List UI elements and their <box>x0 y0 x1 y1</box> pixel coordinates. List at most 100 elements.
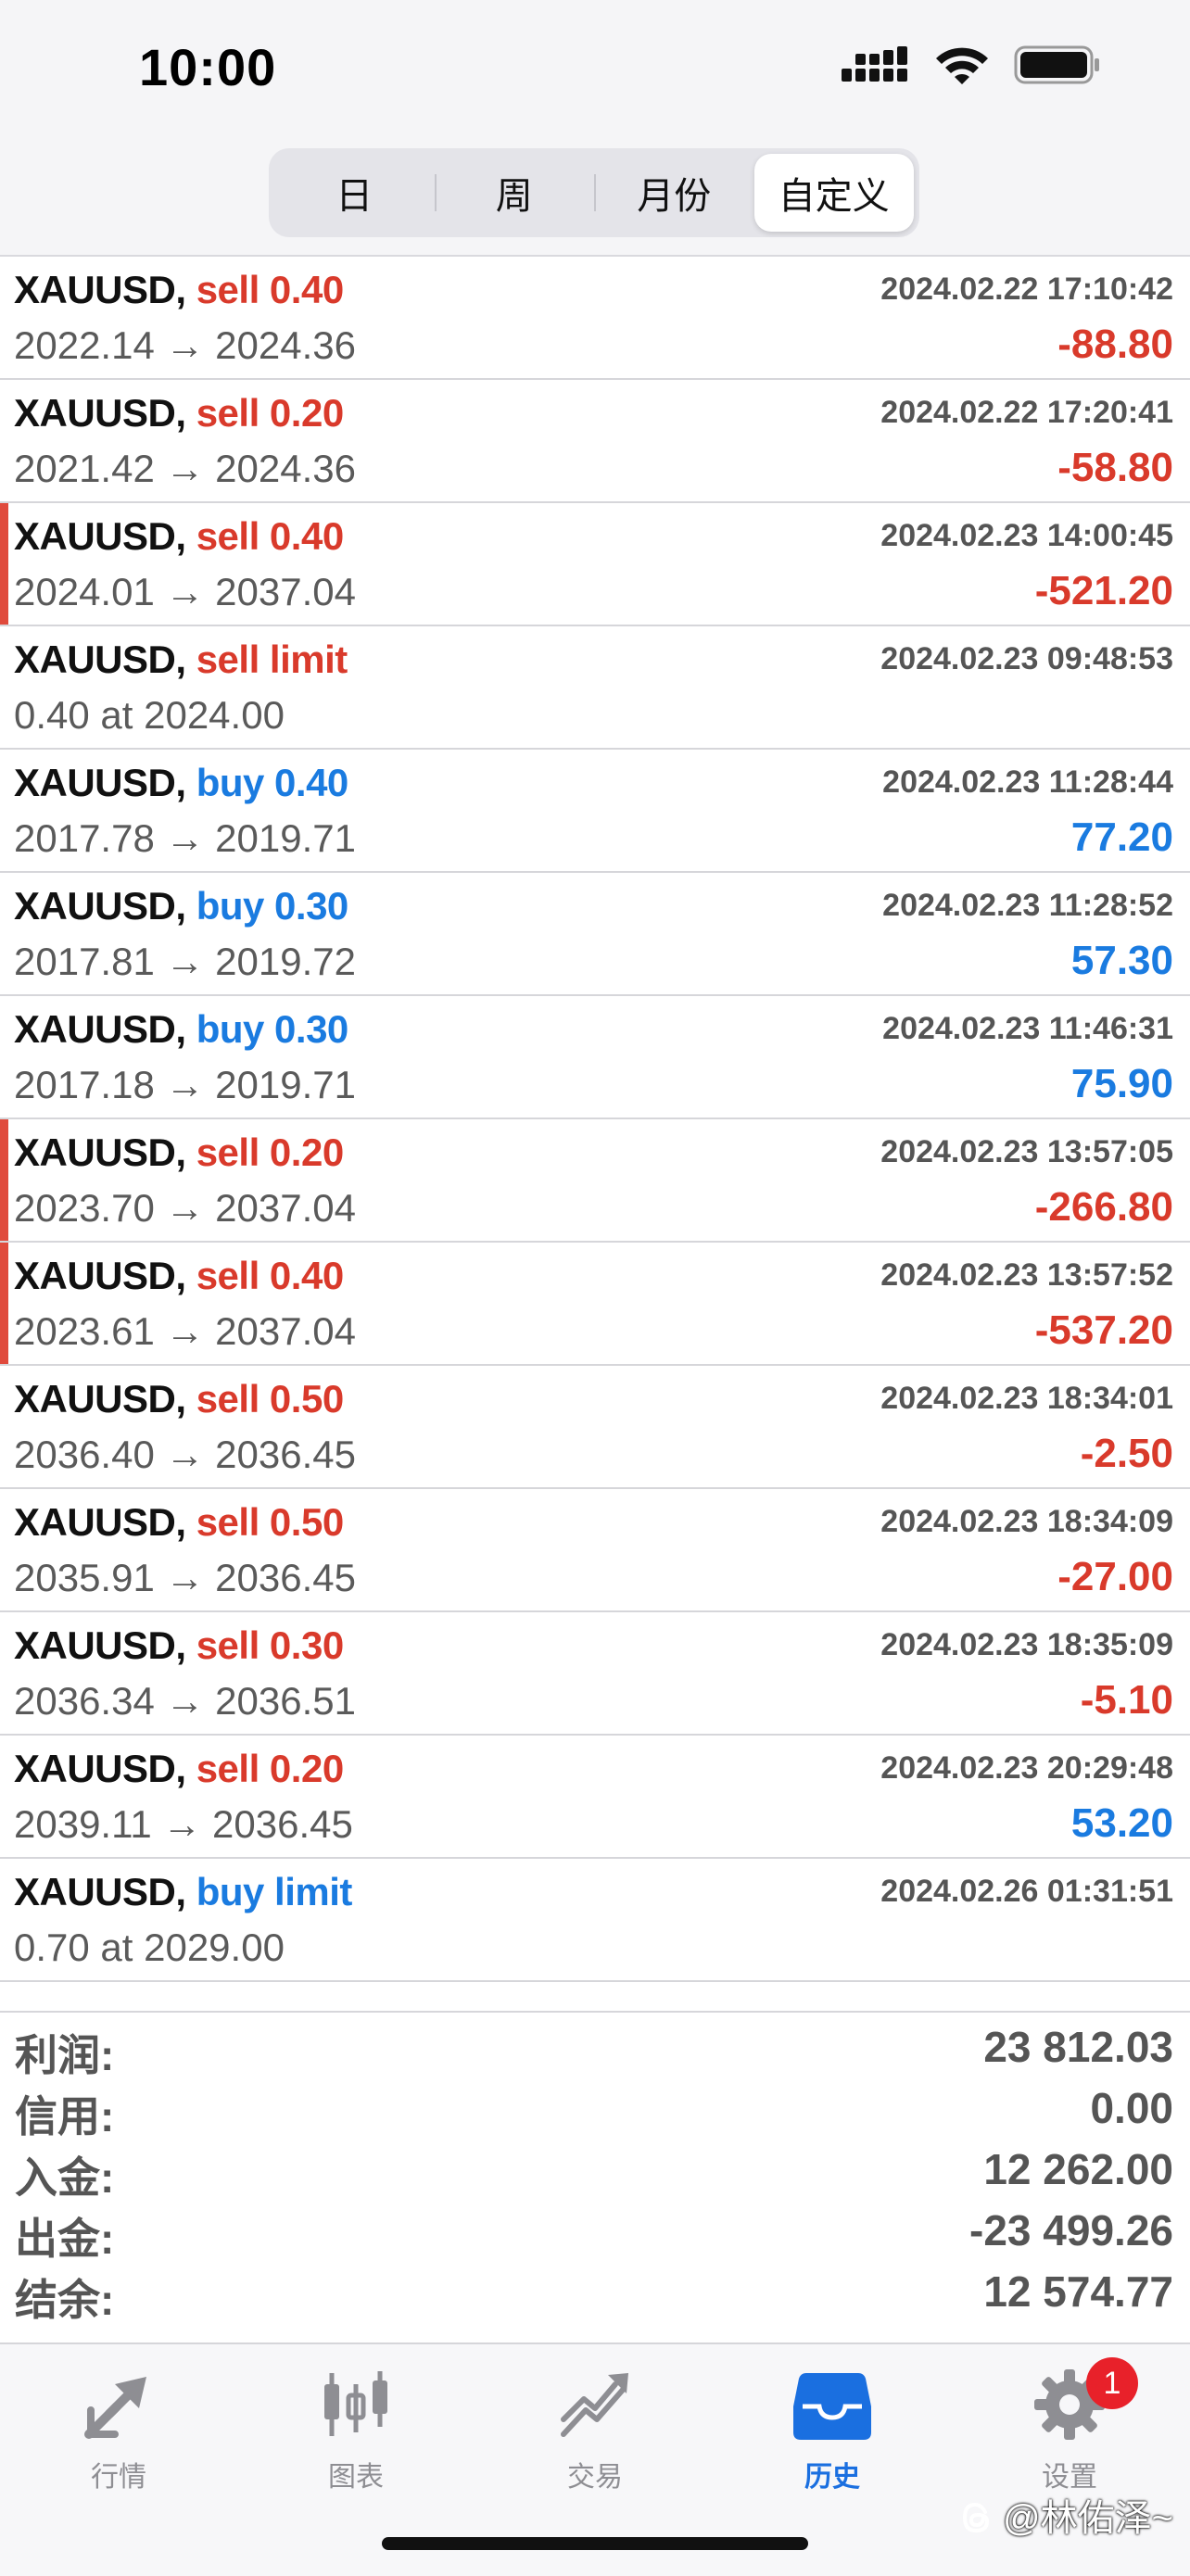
cellular-signal-icon <box>842 46 907 82</box>
order-profit: -2.50 <box>1080 1431 1173 1476</box>
summary-value: 12 262.00 <box>983 2145 1173 2193</box>
order-symbol-text: XAUUSD, <box>14 1623 186 1667</box>
tabbar-quotes[interactable]: 行情 <box>26 2363 211 2494</box>
order-prices: 2036.34 → 2036.51 <box>14 1679 356 1723</box>
order-time: 2024.02.23 20:29:48 <box>880 1750 1173 1786</box>
order-row[interactable]: XAUUSD, sell 0.20 2021.42 → 2024.36 2024.0… <box>0 380 1190 503</box>
order-row[interactable]: XAUUSD, sell 0.40 2023.61 → 2037.04 2024.0… <box>0 1243 1190 1366</box>
order-symbol-text: XAUUSD, <box>14 1747 186 1790</box>
account-summary: 利润: 23 812.03 信用: 0.00 入金: 12 262.00 出金:… <box>0 2011 1190 2340</box>
order-time: 2024.02.23 18:35:09 <box>880 1627 1173 1662</box>
order-symbol: XAUUSD, buy 0.30 <box>14 1007 348 1052</box>
order-profit: -5.10 <box>1080 1677 1173 1723</box>
order-symbol-text: XAUUSD, <box>14 268 186 311</box>
order-symbol-text: XAUUSD, <box>14 1254 186 1297</box>
order-prices: 2023.70 → 2037.04 <box>14 1186 356 1230</box>
order-symbol: XAUUSD, sell 0.30 <box>14 1623 344 1668</box>
order-side: sell 0.20 <box>196 1747 344 1790</box>
order-side: buy 0.40 <box>196 761 349 804</box>
summary-deposit-row: 入金: 12 262.00 <box>0 2135 1190 2202</box>
order-row[interactable]: XAUUSD, buy limit 0.70 at 2029.00 2024.02.… <box>0 1859 1190 1982</box>
order-row[interactable]: XAUUSD, buy 0.40 2017.78 → 2019.71 2024.02… <box>0 750 1190 873</box>
summary-label: 结余: <box>15 2276 115 2324</box>
order-profit: 53.20 <box>1070 1800 1173 1846</box>
watermark: @林佑泽~ <box>961 2488 1173 2542</box>
order-symbol: XAUUSD, buy 0.40 <box>14 761 348 805</box>
order-side: sell limit <box>196 638 348 681</box>
order-profit: -27.00 <box>1057 1554 1173 1599</box>
order-row[interactable]: XAUUSD, sell 0.40 2024.01 → 2037.04 2024.0… <box>0 503 1190 626</box>
tabbar-label: 图表 <box>328 2462 384 2493</box>
history-list: XAUUSD, sell 0.40 2022.14 → 2024.36 2024.0… <box>0 257 1190 1982</box>
home-indicator[interactable] <box>382 2537 808 2550</box>
order-symbol: XAUUSD, sell 0.20 <box>14 1130 344 1175</box>
tab-week[interactable]: 周 <box>434 154 595 232</box>
order-symbol-text: XAUUSD, <box>14 514 186 558</box>
status-icons <box>842 44 1101 85</box>
quotes-arrows-icon <box>84 2377 146 2439</box>
tabbar-trade[interactable]: 交易 <box>502 2363 688 2494</box>
order-time: 2024.02.22 17:20:41 <box>880 395 1173 430</box>
order-symbol-text: XAUUSD, <box>14 638 186 681</box>
order-symbol-text: XAUUSD, <box>14 391 186 435</box>
order-profit: 57.30 <box>1070 938 1173 983</box>
order-profit: -88.80 <box>1057 322 1173 367</box>
order-row[interactable]: XAUUSD, sell limit 0.40 at 2024.00 2024.02… <box>0 626 1190 750</box>
order-side: buy 0.30 <box>196 1007 349 1051</box>
order-side: buy limit <box>196 1870 353 1913</box>
settings-badge: 1 <box>1086 2357 1138 2409</box>
order-prices: 2039.11 → 2036.45 <box>14 1802 353 1846</box>
order-side: sell 0.40 <box>196 268 344 311</box>
summary-value: 0.00 <box>1090 2084 1173 2132</box>
order-symbol-text: XAUUSD, <box>14 1870 186 1913</box>
order-time: 2024.02.22 17:10:42 <box>880 271 1173 307</box>
tabbar-label: 历史 <box>804 2462 860 2493</box>
tabbar-settings[interactable]: 1 设置 <box>977 2357 1162 2494</box>
summary-profit-row: 利润: 23 812.03 <box>0 2013 1190 2079</box>
order-row[interactable]: XAUUSD, sell 0.50 2035.91 → 2036.45 2024.0… <box>0 1489 1190 1612</box>
order-prices: 2024.01 → 2037.04 <box>14 570 356 613</box>
tabbar-label: 行情 <box>91 2462 146 2493</box>
tab-custom[interactable]: 自定义 <box>753 154 914 232</box>
order-time: 2024.02.26 01:31:51 <box>880 1874 1173 1909</box>
order-side: sell 0.50 <box>196 1500 344 1544</box>
order-symbol-text: XAUUSD, <box>14 1377 186 1421</box>
order-side: sell 0.40 <box>196 1254 344 1297</box>
order-symbol: XAUUSD, sell 0.40 <box>14 268 344 312</box>
order-profit: 77.20 <box>1070 814 1173 860</box>
order-symbol-text: XAUUSD, <box>14 1007 186 1051</box>
order-row[interactable]: XAUUSD, buy 0.30 2017.18 → 2019.71 2024.02… <box>0 996 1190 1119</box>
order-symbol: XAUUSD, sell 0.20 <box>14 1747 344 1791</box>
order-side: sell 0.20 <box>196 391 344 435</box>
order-symbol: XAUUSD, sell 0.50 <box>14 1377 344 1421</box>
order-row[interactable]: XAUUSD, sell 0.20 2039.11 → 2036.45 2024.0… <box>0 1736 1190 1859</box>
order-time: 2024.02.23 13:57:05 <box>880 1134 1173 1169</box>
tab-month[interactable]: 月份 <box>594 154 754 232</box>
order-row[interactable]: XAUUSD, sell 0.20 2023.70 → 2037.04 2024.0… <box>0 1119 1190 1243</box>
order-side: sell 0.30 <box>196 1623 344 1667</box>
order-row[interactable]: XAUUSD, sell 0.50 2036.40 → 2036.45 2024.0… <box>0 1366 1190 1489</box>
tabbar-charts[interactable]: 图表 <box>263 2363 449 2494</box>
order-prices: 0.70 at 2029.00 <box>14 1926 285 1969</box>
order-time: 2024.02.23 13:57:52 <box>880 1257 1173 1293</box>
order-time: 2024.02.23 11:28:44 <box>882 764 1173 800</box>
tab-day[interactable]: 日 <box>274 154 435 232</box>
wifi-icon <box>936 47 988 84</box>
order-time: 2024.02.23 18:34:09 <box>880 1504 1173 1539</box>
order-prices: 2017.18 → 2019.71 <box>14 1063 356 1106</box>
order-symbol-text: XAUUSD, <box>14 1500 186 1544</box>
period-header: 日 周 月份 自定义 <box>0 139 1190 257</box>
summary-value: 23 812.03 <box>983 2023 1173 2071</box>
status-bar: 10:00 <box>0 0 1190 139</box>
order-time: 2024.02.23 11:28:52 <box>882 888 1173 923</box>
order-prices: 0.40 at 2024.00 <box>14 693 285 737</box>
order-row[interactable]: XAUUSD, buy 0.30 2017.81 → 2019.72 2024.02… <box>0 873 1190 996</box>
order-row[interactable]: XAUUSD, sell 0.40 2022.14 → 2024.36 2024.0… <box>0 257 1190 380</box>
order-symbol: XAUUSD, buy 0.30 <box>14 884 348 928</box>
order-time: 2024.02.23 14:00:45 <box>880 518 1173 553</box>
tabbar-history[interactable]: 历史 <box>740 2363 925 2494</box>
threads-logo-icon <box>962 2502 989 2533</box>
order-prices: 2035.91 → 2036.45 <box>14 1556 356 1599</box>
order-row[interactable]: XAUUSD, sell 0.30 2036.34 → 2036.51 2024.0… <box>0 1612 1190 1736</box>
summary-value: 12 574.77 <box>983 2267 1173 2316</box>
